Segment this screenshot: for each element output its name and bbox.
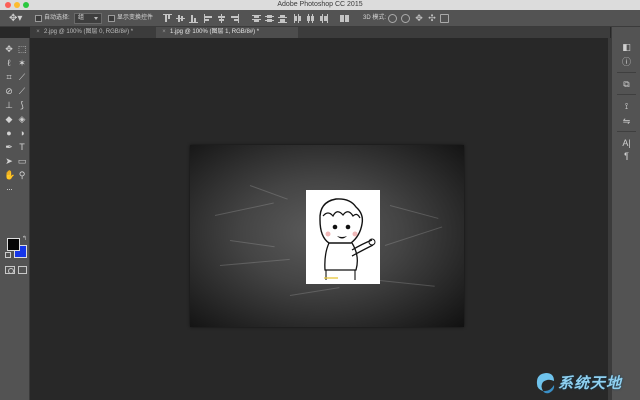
3d-scale-icon[interactable] [440,14,449,23]
close-tab-icon[interactable]: × [160,27,168,38]
swap-colors-icon[interactable]: ↰ [22,236,28,242]
eyedropper-tool-icon[interactable]: ⟋ [17,72,27,82]
photoshop-window: Adobe Photoshop CC 2015 ✥▾ 自动选择: 组 显示变换控… [0,0,640,400]
auto-select-target-dropdown[interactable]: 组 [74,13,102,24]
path-selection-tool-icon[interactable]: ➤ [4,156,14,166]
tab-label: 2.jpg @ 100% (图层 0, RGB/8#) * [44,29,134,35]
3d-mode-label: 3D 模式: [363,15,387,21]
healing-brush-tool-icon[interactable]: ⊘ [4,86,14,96]
move-tool-icon[interactable]: ✥ [4,44,14,54]
blur-tool-icon[interactable]: ● [4,128,14,138]
title-bar: Adobe Photoshop CC 2015 [0,0,640,10]
default-colors-icon[interactable] [5,252,11,258]
distribute-right-edges-icon[interactable] [319,14,328,23]
align-horizontal-centers-icon[interactable] [217,14,226,23]
align-top-edges-icon[interactable] [163,14,172,23]
magic-wand-tool-icon[interactable]: ✶ [17,58,27,68]
document-workspace[interactable] [30,38,610,400]
brush-tool-icon[interactable]: ⟋ [17,86,27,96]
window-title: Adobe Photoshop CC 2015 [277,1,363,8]
tab-1-jpg[interactable]: × 1.jpg @ 100% (图层 1, RGB/8#) * [156,27,298,38]
align-bottom-edges-icon[interactable] [189,14,198,23]
tools-panel: ✥ ⬚ ℓ ✶ ⌗ ⟋ ⊘ ⟋ ⊥ ⟆ ◆ ◈ ● ◑ ✒ T ➤ ▭ ✋ ⚲ … [0,38,30,400]
foreground-color-swatch[interactable] [7,238,20,251]
distribute-vertical-centers-icon[interactable] [265,14,274,23]
align-vertical-centers-icon[interactable] [176,14,185,23]
3d-rotate-icon[interactable] [388,14,397,23]
distribute-top-edges-icon[interactable] [252,14,261,23]
collapsed-panels-dock: ◧ ⓘ ⧉ ⟟ ⇋ A| ¶ [611,27,640,400]
cartoon-girl-drawing [319,198,376,280]
show-transform-controls-checkbox[interactable] [108,15,115,22]
dodge-tool-icon[interactable]: ◑ [17,128,27,138]
cartoon-character-layer[interactable] [306,190,380,284]
history-brush-tool-icon[interactable]: ⟆ [17,100,27,110]
clone-stamp-tool-icon[interactable]: ⊥ [4,100,14,110]
3d-drag-icon[interactable]: ✥ [414,14,424,24]
align-right-edges-icon[interactable] [230,14,239,23]
quick-mask-icon[interactable] [5,266,15,274]
crop-tool-icon[interactable]: ⌗ [4,72,14,82]
color-panel-icon[interactable]: ◧ [621,42,632,53]
adjustments-panel-icon[interactable]: ⇋ [621,116,632,127]
3d-slide-icon[interactable]: ✣ [427,14,437,24]
lasso-tool-icon[interactable]: ℓ [4,58,14,68]
pen-tool-icon[interactable]: ✒ [4,142,14,152]
paragraph-panel-icon[interactable]: ¶ [621,151,632,162]
info-panel-icon[interactable]: ⓘ [621,57,632,68]
align-left-edges-icon[interactable] [204,14,213,23]
chalkboard-canvas[interactable] [190,145,464,327]
brush-panel-icon[interactable]: ⟟ [621,101,632,112]
distribute-bottom-edges-icon[interactable] [278,14,287,23]
close-tab-icon[interactable]: × [34,27,42,38]
auto-select-checkbox[interactable] [35,15,42,22]
eraser-tool-icon[interactable]: ◆ [4,114,14,124]
site-watermark: 系统天地 [530,366,640,400]
paint-bucket-tool-icon[interactable]: ◈ [17,114,27,124]
edit-toolbar-icon[interactable]: ··· [4,184,14,194]
tab-label: 1.jpg @ 100% (图层 1, RGB/8#) * [170,29,260,35]
distribute-horizontal-centers-icon[interactable] [306,14,315,23]
screen-mode-icon[interactable] [18,266,27,274]
3d-roll-icon[interactable] [401,14,410,23]
auto-align-layers-icon[interactable] [340,14,349,23]
document-tabs: × 2.jpg @ 100% (图层 0, RGB/8#) * × 1.jpg @ … [30,27,610,38]
tab-2-jpg[interactable]: × 2.jpg @ 100% (图层 0, RGB/8#) * [30,27,156,38]
watermark-text: 系统天地 [558,374,623,392]
character-panel-icon[interactable]: A| [621,138,632,149]
hand-tool-icon[interactable]: ✋ [4,170,15,180]
marquee-tool-icon[interactable]: ⬚ [17,44,27,54]
rectangle-tool-icon[interactable]: ▭ [17,156,27,166]
show-transform-controls-label: 显示变换控件 [117,15,154,21]
options-bar: ✥▾ 自动选择: 组 显示变换控件 3D 模式: ✥ ✣ [0,10,640,27]
distribute-left-edges-icon[interactable] [293,14,302,23]
auto-select-label: 自动选择: [44,15,70,21]
move-tool-preset-icon[interactable]: ✥▾ [9,13,23,24]
watermark-logo-icon [536,373,555,394]
layers-panel-icon[interactable]: ⧉ [621,79,632,90]
zoom-tool-icon[interactable]: ⚲ [17,170,27,180]
type-tool-icon[interactable]: T [17,142,27,152]
